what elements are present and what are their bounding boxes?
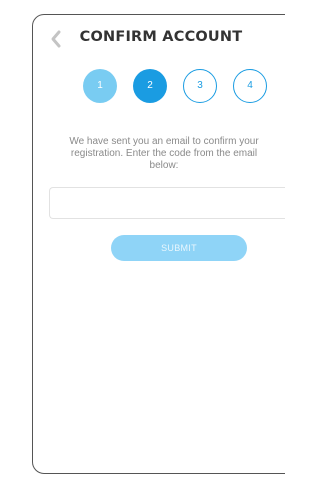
page-title: CONFIRM ACCOUNT	[79, 29, 243, 45]
instruction-line-1: We have sent you an email to confirm you…	[69, 136, 259, 147]
instruction-line-3: below:	[149, 160, 179, 171]
phone-frame: CONFIRM ACCOUNT 1 2 3 4 We have sent you…	[32, 14, 285, 474]
step-2[interactable]: 2	[133, 69, 167, 103]
step-3[interactable]: 3	[183, 69, 217, 103]
step-4[interactable]: 4	[233, 69, 267, 103]
submit-button[interactable]: SUBMIT	[111, 235, 247, 261]
step-1[interactable]: 1	[83, 69, 117, 103]
instruction-text: We have sent you an email to confirm you…	[33, 136, 285, 172]
screen: CONFIRM ACCOUNT 1 2 3 4 We have sent you…	[0, 0, 285, 486]
step-indicator: 1 2 3 4	[33, 69, 285, 109]
instruction-line-2: registration. Enter the code from the em…	[70, 148, 258, 159]
confirmation-code-input[interactable]	[49, 187, 285, 219]
